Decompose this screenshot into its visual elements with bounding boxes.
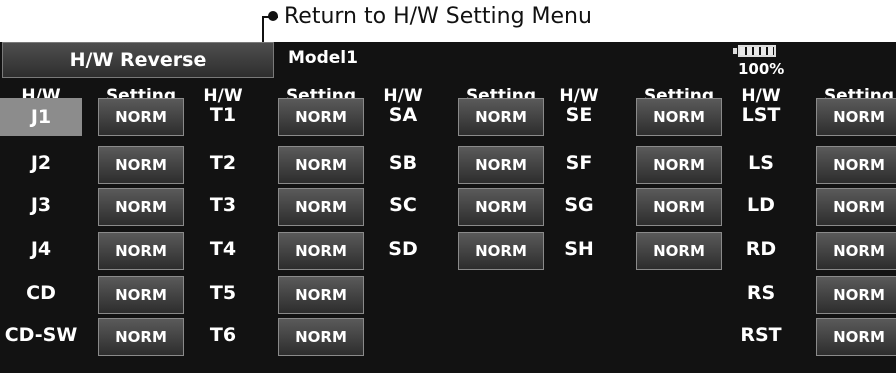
hw-label-sa: SA xyxy=(388,104,418,126)
battery-nub xyxy=(733,48,737,54)
setting-button-sb[interactable]: NORM xyxy=(458,146,544,184)
setting-button-t5[interactable]: NORM xyxy=(278,276,364,314)
setting-button-sd[interactable]: NORM xyxy=(458,232,544,270)
hw-label-t6: T6 xyxy=(209,324,237,346)
hw-label-sf: SF xyxy=(565,152,593,174)
hw-label-j3: J3 xyxy=(30,194,52,216)
setting-button-j3[interactable]: NORM xyxy=(98,188,184,226)
hw-label-t5: T5 xyxy=(209,282,237,304)
setting-button-ld[interactable]: NORM xyxy=(816,188,896,226)
hw-label-t1: T1 xyxy=(209,104,237,126)
hw-label-lst: LST xyxy=(741,104,781,126)
hw-reverse-title-button[interactable]: H/W Reverse xyxy=(2,42,274,78)
hw-label-rd: RD xyxy=(745,238,777,260)
setting-button-j4[interactable]: NORM xyxy=(98,232,184,270)
setting-button-sf[interactable]: NORM xyxy=(636,146,722,184)
hw-label-ls: LS xyxy=(748,152,774,174)
hw-label-t2: T2 xyxy=(209,152,237,174)
callout-text: Return to H/W Setting Menu xyxy=(284,4,592,29)
setting-button-se[interactable]: NORM xyxy=(636,98,722,136)
hw-label-sh: SH xyxy=(564,238,594,260)
setting-button-sc[interactable]: NORM xyxy=(458,188,544,226)
column-header-hw: H/W xyxy=(741,86,781,106)
hw-label-cd-sw: CD-SW xyxy=(4,324,78,346)
setting-button-rd[interactable]: NORM xyxy=(816,232,896,270)
hw-label-j4: J4 xyxy=(30,238,52,260)
setting-button-rs[interactable]: NORM xyxy=(816,276,896,314)
hw-label-j1: J1 xyxy=(0,98,82,136)
hw-label-ld: LD xyxy=(747,194,775,216)
setting-button-t6[interactable]: NORM xyxy=(278,318,364,356)
setting-button-t2[interactable]: NORM xyxy=(278,146,364,184)
column-header-hw: H/W xyxy=(203,86,243,106)
setting-button-ls[interactable]: NORM xyxy=(816,146,896,184)
setting-button-rst[interactable]: NORM xyxy=(816,318,896,356)
battery-percent: 100% xyxy=(738,60,785,78)
setting-button-cd[interactable]: NORM xyxy=(98,276,184,314)
setting-button-t1[interactable]: NORM xyxy=(278,98,364,136)
setting-button-j2[interactable]: NORM xyxy=(98,146,184,184)
column-header-hw: H/W xyxy=(383,86,423,106)
setting-button-t3[interactable]: NORM xyxy=(278,188,364,226)
setting-button-cd-sw[interactable]: NORM xyxy=(98,318,184,356)
hw-label-t4: T4 xyxy=(209,238,237,260)
hw-label-rst: RST xyxy=(740,324,782,346)
setting-button-sg[interactable]: NORM xyxy=(636,188,722,226)
hw-label-sb: SB xyxy=(388,152,418,174)
hw-label-sg: SG xyxy=(564,194,594,216)
hw-label-se: SE xyxy=(565,104,593,126)
hw-label-cd: CD xyxy=(26,282,56,304)
hw-label-rs: RS xyxy=(746,282,776,304)
column-header-hw: H/W xyxy=(559,86,599,106)
setting-button-sa[interactable]: NORM xyxy=(458,98,544,136)
setting-button-j1[interactable]: NORM xyxy=(98,98,184,136)
model-name: Model1 xyxy=(288,48,358,68)
setting-button-sh[interactable]: NORM xyxy=(636,232,722,270)
setting-button-lst[interactable]: NORM xyxy=(816,98,896,136)
hw-label-j2: J2 xyxy=(30,152,52,174)
hw-label-sd: SD xyxy=(388,238,418,260)
setting-button-t4[interactable]: NORM xyxy=(278,232,364,270)
hw-reverse-screen: H/W Reverse Model1 100% H/W Setting J1 NORM… xyxy=(0,42,896,373)
callout-dot xyxy=(268,11,278,21)
hw-label-sc: SC xyxy=(389,194,417,216)
battery-icon xyxy=(738,45,776,57)
hw-label-t3: T3 xyxy=(209,194,237,216)
